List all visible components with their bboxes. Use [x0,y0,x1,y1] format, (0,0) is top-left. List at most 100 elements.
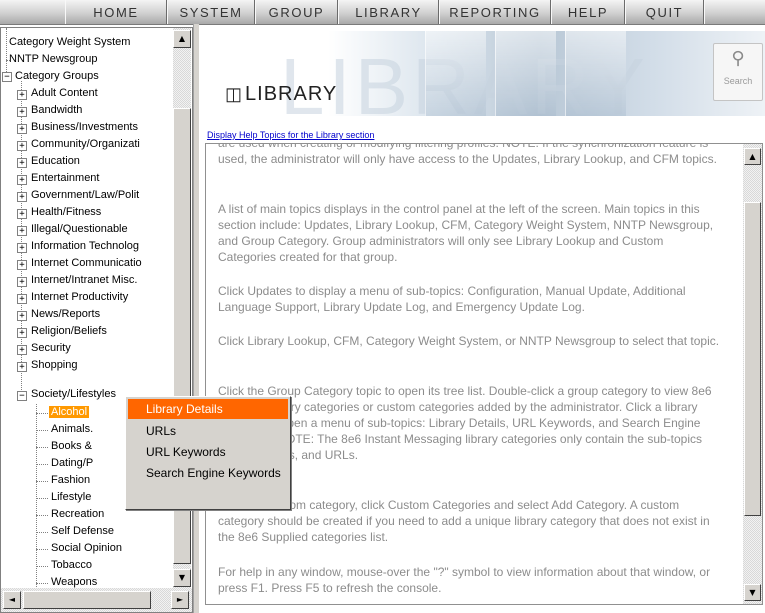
expand-icon[interactable]: + [17,311,27,321]
tree-child-alcohol[interactable]: Alcohol [49,404,90,421]
tree-child-item[interactable]: Lifestyle [51,489,91,506]
scrollbar-thumb[interactable] [744,202,761,516]
help-paragraph: To add a custom category, click Custom C… [218,498,710,544]
expand-icon[interactable]: + [17,226,27,236]
tree-panel: Category Weight System NNTP Newsgroup − … [0,27,193,613]
book-icon: ◫ [225,84,244,104]
expand-icon[interactable]: + [17,345,27,355]
expand-icon[interactable]: + [17,192,27,202]
tree-child-item[interactable]: Books & [51,438,92,455]
menu-home[interactable]: HOME [65,0,167,24]
help-paragraph: Click Library Lookup, CFM, Category Weig… [218,334,720,348]
tree-group-item[interactable]: Community/Organizati [31,136,140,153]
expand-icon[interactable]: + [17,124,27,134]
tree-group-item[interactable]: Health/Fitness [31,204,101,221]
collapse-icon[interactable]: − [17,391,27,401]
tree-line [36,481,48,482]
tree-line [36,430,48,431]
menu-reporting[interactable]: REPORTING [439,0,551,24]
expand-icon[interactable]: + [17,243,27,253]
expand-icon[interactable]: + [17,294,27,304]
search-button[interactable]: ⚲ Search [713,43,763,101]
tree-child-item[interactable]: Self Defense [51,523,114,540]
scroll-left-icon[interactable]: ◄ [3,591,21,609]
tree-child-item[interactable]: Animals. [51,421,93,438]
page-title-text: LIBRARY [245,83,338,105]
tree-line [36,532,48,533]
help-paragraph: Click Updates to display a menu of sub-t… [218,284,686,314]
menu-item-search-engine-keywords[interactable]: Search Engine Keywords [128,463,288,483]
help-topics-link[interactable]: Display Help Topics for the Library sect… [207,130,374,140]
scroll-down-icon[interactable]: ▼ [173,569,191,587]
expand-icon[interactable]: + [17,107,27,117]
scroll-up-icon[interactable]: ▲ [173,30,191,48]
menu-library[interactable]: LIBRARY [338,0,439,24]
tree-item-category-weight-system[interactable]: Category Weight System [9,34,130,51]
expand-icon[interactable]: + [17,260,27,270]
tree-child-item[interactable]: Recreation [51,506,104,523]
tree-group-item[interactable]: Business/Investments [31,119,138,136]
expand-icon[interactable]: + [17,90,27,100]
search-caption: Search [723,76,753,86]
scroll-down-icon[interactable]: ▼ [744,584,761,601]
menu-item-urls[interactable]: URLs [128,421,288,441]
tree-line [36,447,48,448]
tree-line [36,464,48,465]
tree-item-society-lifestyles[interactable]: Society/Lifestyles [31,386,116,403]
menu-system[interactable]: SYSTEM [167,0,255,24]
menu-item-library-details[interactable]: Library Details [128,399,288,419]
expand-icon[interactable]: + [17,141,27,151]
expand-icon[interactable]: + [17,209,27,219]
help-paragraph: Click the Group Category topic to open i… [218,384,712,462]
tree-group-item[interactable]: News/Reports [31,306,100,323]
tree-group-item[interactable]: Government/Law/Polit [31,187,139,204]
expand-icon[interactable]: + [17,158,27,168]
tree-group-item[interactable]: Illegal/Questionable [31,221,128,238]
magnifier-icon: ⚲ [731,48,745,69]
menu-item-url-keywords[interactable]: URL Keywords [128,442,288,462]
collapse-icon[interactable]: − [2,72,12,82]
scroll-right-icon[interactable]: ► [171,591,189,609]
expand-icon[interactable]: + [17,328,27,338]
help-vertical-scrollbar[interactable]: ▲ ▼ [743,144,762,604]
tree-group-item[interactable]: Internet/Intranet Misc. [31,272,137,289]
expand-icon[interactable]: + [17,175,27,185]
tree-group-item[interactable]: Information Technolog [31,238,139,255]
top-menu-bar: HOME SYSTEM GROUP LIBRARY REPORTING HELP… [0,0,765,25]
tree-group-item[interactable]: Bandwidth [31,102,82,119]
tree-item-nntp-newsgroup[interactable]: NNTP Newsgroup [9,51,97,68]
menu-help[interactable]: HELP [551,0,625,24]
banner-decoration [425,31,486,116]
tree-child-item[interactable]: Dating/P [51,455,93,472]
tree-group-item[interactable]: Internet Communicatio [31,255,142,272]
panel-divider[interactable] [193,24,199,613]
selected-label[interactable]: Alcohol [49,406,90,418]
scrollbar-thumb[interactable] [23,591,151,609]
tree-group-item[interactable]: Religion/Beliefs [31,323,107,340]
menu-quit[interactable]: QUIT [625,0,704,24]
tree-line [36,404,37,597]
context-menu: Library Details URLs URL Keywords Search… [125,396,291,510]
tree-group-item[interactable]: Internet Productivity [31,289,128,306]
scroll-up-icon[interactable]: ▲ [744,148,761,165]
tree-line [36,583,48,584]
tree-line [36,498,48,499]
tree-group-item[interactable]: Security [31,340,71,357]
expand-icon[interactable]: + [17,362,27,372]
tree-group-item[interactable]: Shopping [31,357,78,374]
tree-group-item[interactable]: Adult Content [31,85,98,102]
help-paragraph: For help in any window, mouse-over the "… [218,565,711,595]
expand-icon[interactable]: + [17,277,27,287]
tree-line [36,413,48,414]
menu-group[interactable]: GROUP [255,0,338,24]
tree-child-item[interactable]: Social Opinion [51,540,122,557]
tree-child-item[interactable]: Tobacco [51,557,92,574]
tree-item-category-groups[interactable]: Category Groups [15,68,99,85]
tree-child-item[interactable]: Fashion [51,472,90,489]
tree-horizontal-scrollbar[interactable]: ◄ ► [1,588,192,612]
tree-line [36,549,48,550]
tree-line [36,515,48,516]
tree-group-item[interactable]: Entertainment [31,170,99,187]
tree-group-item[interactable]: Education [31,153,80,170]
library-banner: LIBRARY ◫LIBRARY ⚲ Search [205,31,765,116]
